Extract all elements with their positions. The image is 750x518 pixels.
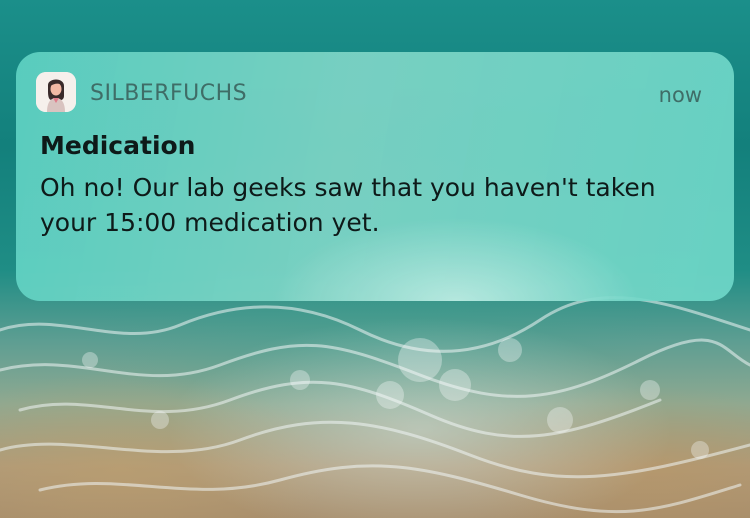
medication-notification[interactable]: SILBERFUCHS now Medication Oh no! Our la… bbox=[16, 52, 734, 301]
app-name: SILBERFUCHS bbox=[90, 81, 248, 106]
notification-title: Medication bbox=[40, 131, 196, 160]
woman-avatar-icon bbox=[36, 72, 76, 112]
notification-timestamp: now bbox=[658, 83, 702, 107]
notification-message: Oh no! Our lab geeks saw that you haven'… bbox=[40, 173, 656, 237]
